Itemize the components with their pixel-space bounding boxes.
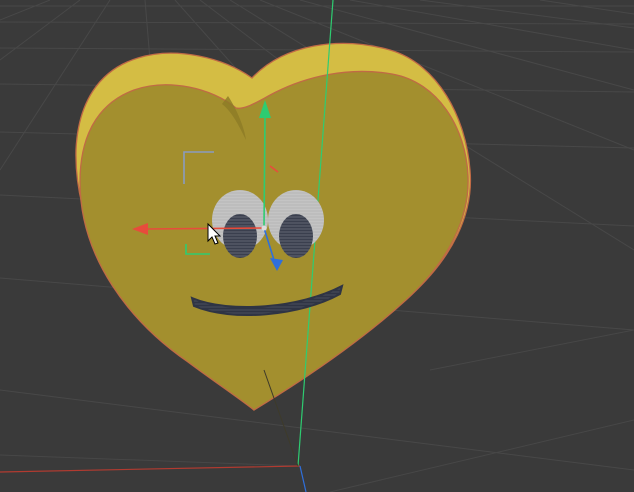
left-pupil: [223, 214, 257, 258]
3d-viewport[interactable]: [0, 0, 634, 492]
right-pupil: [279, 214, 313, 258]
gizmo-y-axis: [263, 115, 266, 229]
gizmo-center: [261, 225, 267, 231]
gizmo-x-axis: [143, 227, 265, 230]
scene-canvas[interactable]: [0, 0, 634, 492]
